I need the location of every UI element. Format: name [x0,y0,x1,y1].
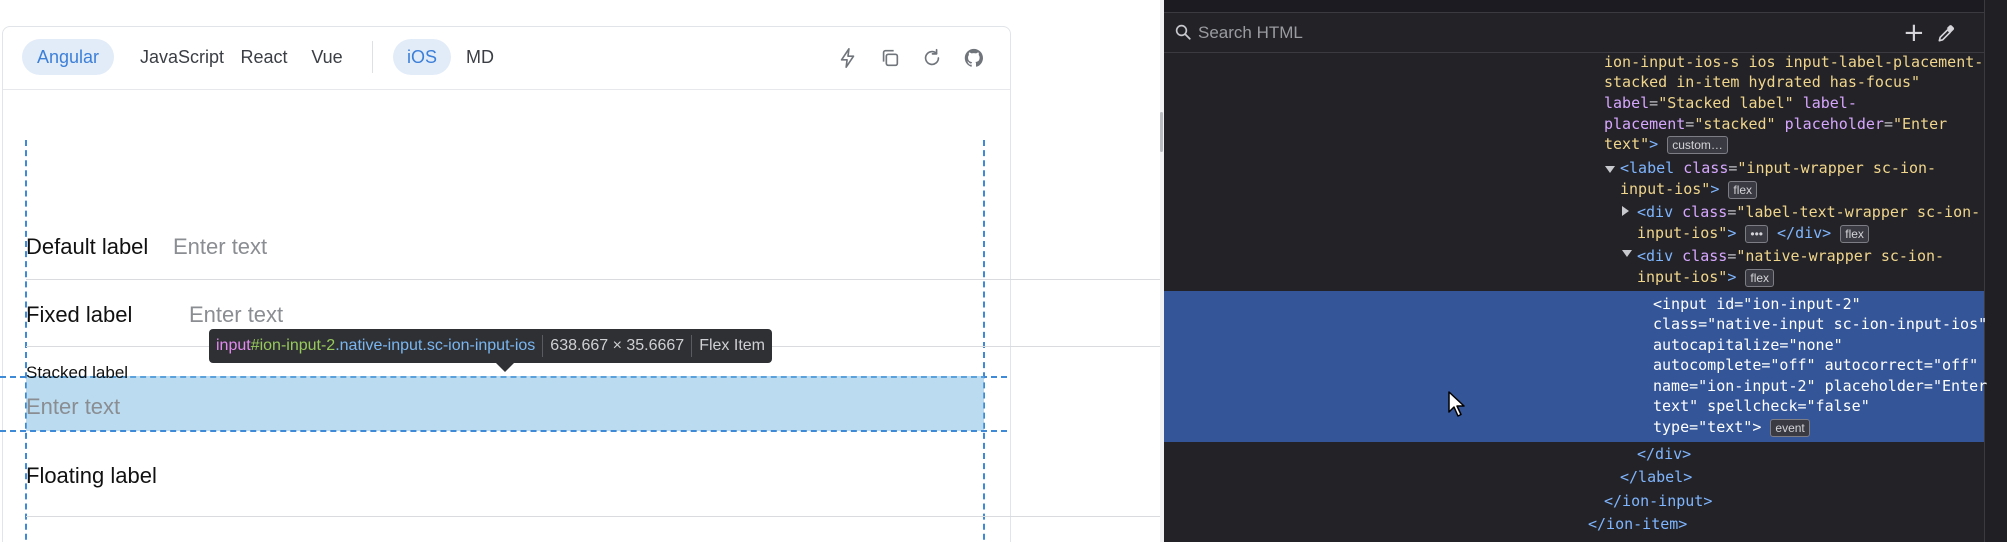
input-item-floating[interactable]: Floating label [26,432,1160,517]
selected-code-line[interactable]: class="native-input sc-ion-input-ios" [1653,314,1987,334]
row-label: Fixed label [26,302,133,327]
code-line: input-ios"> flex [1637,267,1775,287]
text-input[interactable]: Enter text [26,394,120,420]
mouse-cursor-icon [1448,391,1465,417]
flex-badge[interactable]: flex [1728,180,1758,199]
devtools-panel: Search HTML + ion-input-ios-s ios input-… [1164,0,2007,542]
row-label: Stacked label [26,363,129,382]
collapse-toggle-icon[interactable] [1622,250,1632,257]
toolbar-divider [372,41,373,73]
devtools-side-strip [1984,0,2007,542]
row-label: Default label [26,234,149,259]
tab-md[interactable]: MD [455,39,505,75]
code-line[interactable]: <div class="label-text-wrapper sc-ion- [1637,202,1980,222]
devtools-toolbar [1164,0,2007,13]
code-line[interactable]: <div class="native-wrapper sc-ion- [1637,246,1944,266]
inspector-tooltip: input#ion-input-2.native-input.sc-ion-in… [209,329,772,372]
selected-code-line[interactable]: autocapitalize="none" [1653,335,1843,355]
tab-angular[interactable]: Angular [22,39,114,75]
tooltip-id: #ion-input-2 [250,337,336,354]
html-search-bar: Search HTML + [1164,14,1984,53]
tab-javascript[interactable]: JavaScript [121,39,243,75]
code-line: placement="stacked" placeholder="Enter [1604,115,1948,133]
tab-ios[interactable]: iOS [393,39,451,75]
code-line: label="Stacked label" label- [1604,94,1857,112]
code-line[interactable]: <label class="input-wrapper sc-ion- [1620,158,1936,178]
code-line: </div> [1637,445,1692,463]
selected-code-line[interactable]: type="text"> event [1653,417,1810,437]
ellipsis-badge[interactable]: ••• [1745,224,1768,243]
row-label: Floating label [26,463,157,488]
code-line: input-ios"> ••• </div> flex [1637,223,1869,243]
tooltip-classes: .native-input.sc-ion-input-ios [335,337,536,354]
bolt-icon[interactable] [837,47,859,69]
search-html-input[interactable]: Search HTML [1198,23,1303,43]
search-icon [1175,24,1191,40]
code-line: </label> [1620,468,1693,486]
code-line: stacked in-item hydrated has-focus" [1604,73,1921,91]
code-line: </ion-input> [1604,492,1713,510]
tooltip-type: Flex Item [699,337,765,354]
input-item-default[interactable]: Default label Enter text [26,216,1160,280]
selected-code-line[interactable]: <input id="ion-input-2" [1653,294,1861,314]
flex-badge[interactable]: flex [1745,268,1775,287]
add-node-icon[interactable]: + [1903,20,1925,46]
text-input[interactable]: Enter text [189,302,283,328]
eyedropper-icon[interactable] [1936,24,1956,44]
splitter-grip[interactable] [1160,112,1163,152]
copy-icon[interactable] [879,47,901,69]
selected-code-line[interactable]: text" spellcheck="false" [1653,396,1870,416]
code-line: text"> custom… [1604,134,1728,154]
tooltip-tag: input [216,337,251,354]
collapse-toggle-icon[interactable] [1605,166,1615,173]
code-line: input-ios"> flex [1620,179,1758,199]
tab-react[interactable]: React [229,39,299,75]
code-line: ion-input-ios-s ios input-label-placemen… [1604,53,1984,71]
event-badge[interactable]: event [1770,418,1810,437]
tab-vue[interactable]: Vue [301,39,353,75]
demo-toolbar: Angular JavaScript React Vue iOS MD [3,27,1010,90]
selected-code-line[interactable]: name="ion-input-2" placeholder="Enter [1653,376,1987,396]
selected-code-line[interactable]: autocomplete="off" autocorrect="off" [1653,355,1978,375]
code-line: </ion-item> [1588,515,1688,533]
flex-badge[interactable]: flex [1840,224,1869,243]
refresh-icon[interactable] [921,47,943,69]
text-input[interactable]: Enter text [173,234,267,260]
expand-toggle-icon[interactable] [1622,206,1629,216]
tooltip-size: 638.667 × 35.6667 [550,337,685,354]
preview-pane: Angular JavaScript React Vue iOS MD Defa… [0,0,1160,542]
github-icon[interactable] [963,47,985,69]
custom-element-badge[interactable]: custom… [1667,135,1728,154]
